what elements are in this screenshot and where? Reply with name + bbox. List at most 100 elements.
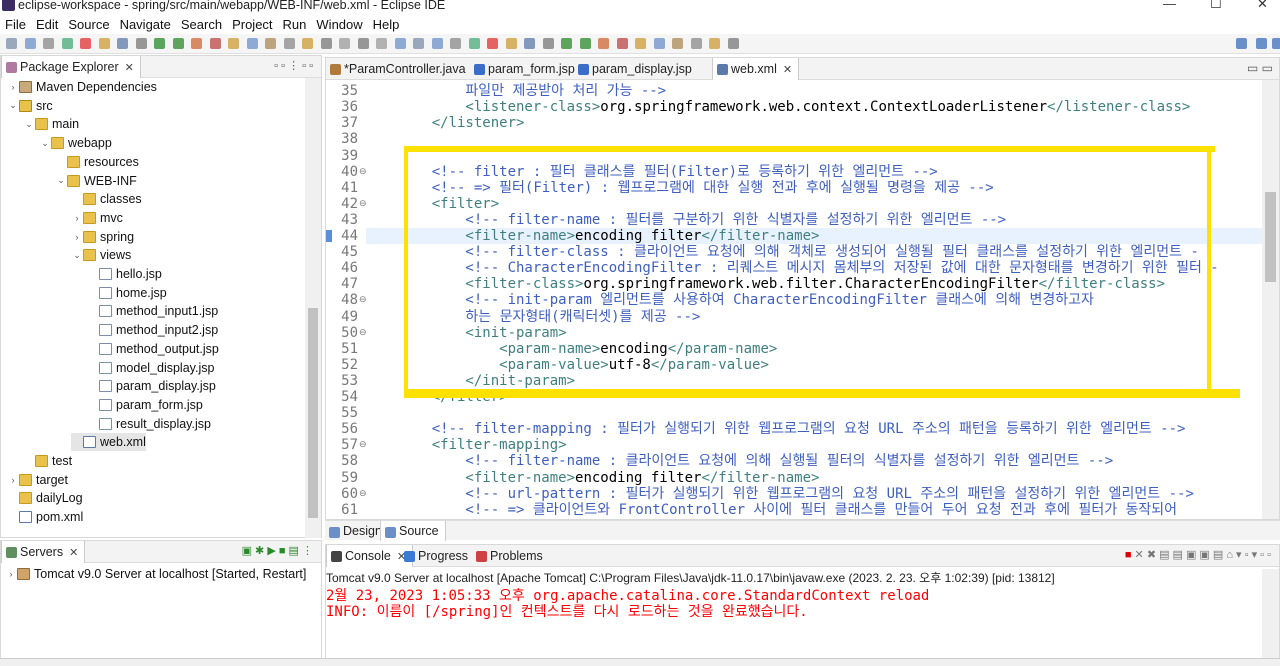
expand-arrow-icon[interactable]: ⌄ xyxy=(39,138,51,149)
tab-source[interactable]: Source xyxy=(380,521,446,541)
expand-arrow-icon[interactable]: ⌄ xyxy=(55,175,67,186)
toolbar-button-icon[interactable] xyxy=(228,38,239,49)
menu-search[interactable]: Search xyxy=(181,17,222,32)
tab-param-display-jsp[interactable]: param_display.jsp xyxy=(574,58,698,80)
expand-arrow-icon[interactable]: › xyxy=(7,82,19,92)
toolbar-button-icon[interactable] xyxy=(727,38,739,49)
expand-arrow-icon[interactable]: ⌄ xyxy=(7,100,19,111)
menu-file[interactable]: File xyxy=(5,17,26,32)
toolbar-button-icon[interactable] xyxy=(320,38,332,49)
tree-item[interactable]: pom.xml xyxy=(7,508,83,526)
minimize-maximize-icon[interactable]: ▭ ▭ xyxy=(1247,61,1273,75)
tree-item[interactable]: model_display.jsp xyxy=(87,359,214,377)
maximize-icon[interactable]: ☐ xyxy=(1210,0,1222,12)
tree-item[interactable]: param_display.jsp xyxy=(87,377,216,395)
tree-item[interactable]: web.xml xyxy=(71,433,146,452)
menu-window[interactable]: Window xyxy=(316,17,362,32)
toolbar-button-icon[interactable] xyxy=(394,38,406,49)
toolbar-button-icon[interactable] xyxy=(450,38,461,49)
toolbar-button-icon[interactable] xyxy=(43,38,54,49)
console-scrollbar[interactable] xyxy=(1262,569,1279,666)
tree-item[interactable]: param_form.jsp xyxy=(87,396,203,414)
toolbar-button-icon[interactable] xyxy=(653,38,665,49)
tab-package-explorer[interactable]: Package Explorer ✕ xyxy=(1,56,141,78)
toolbar-button-icon[interactable] xyxy=(117,38,128,49)
toolbar-button-icon[interactable] xyxy=(542,38,554,49)
tree-item[interactable]: ⌄ WEB-INF xyxy=(55,172,137,190)
expand-arrow-icon[interactable]: ⌄ xyxy=(71,250,83,261)
toolbar-button-icon[interactable] xyxy=(6,38,17,49)
close-tab-icon[interactable]: ✕ xyxy=(125,62,134,74)
close-tab-icon[interactable]: ✕ xyxy=(69,547,78,559)
menu-source[interactable]: Source xyxy=(68,17,109,32)
tree-item[interactable]: test xyxy=(23,452,72,470)
tab-param-form-jsp[interactable]: param_form.jsp xyxy=(470,58,581,80)
menu-project[interactable]: Project xyxy=(232,17,272,32)
expand-arrow-icon[interactable]: › xyxy=(71,232,83,242)
toolbar-button-icon[interactable] xyxy=(135,38,147,49)
tree-item[interactable]: › spring xyxy=(71,228,135,246)
close-icon[interactable]: ✕ xyxy=(1257,0,1268,12)
tab-problems[interactable]: Problems xyxy=(472,545,549,567)
tree-item[interactable]: resources xyxy=(55,153,139,171)
perspective-icon[interactable] xyxy=(1236,38,1247,49)
toolbar-button-icon[interactable] xyxy=(191,38,202,49)
editor-scrollbar[interactable] xyxy=(1262,80,1279,519)
server-item[interactable]: › Tomcat v9.0 Server at localhost [Start… xyxy=(5,565,307,583)
tab-design[interactable]: Design xyxy=(325,521,388,541)
menu-help[interactable]: Help xyxy=(373,17,400,32)
tab-progress[interactable]: Progress xyxy=(400,545,474,567)
tab-paramcontroller-java[interactable]: *ParamController.java xyxy=(326,58,472,80)
toolbar-button-icon[interactable] xyxy=(283,38,295,49)
tab-web-xml[interactable]: web.xml ✕ xyxy=(712,58,800,80)
toolbar-button-icon[interactable] xyxy=(579,38,591,49)
toolbar-button-icon[interactable] xyxy=(616,38,628,49)
toolbar-button-icon[interactable] xyxy=(154,38,165,49)
tree-item[interactable]: method_input2.jsp xyxy=(87,321,218,339)
tree-item[interactable]: ⌄ main xyxy=(23,115,79,133)
toolbar-button-icon[interactable] xyxy=(80,38,91,49)
tab-servers[interactable]: Servers ✕ xyxy=(1,541,86,563)
server-actions-icons[interactable]: ▣ ✱ ▶ ■ ▤ ⋮ xyxy=(242,544,313,557)
expand-icon[interactable]: › xyxy=(5,569,17,579)
toolbar-button-icon[interactable] xyxy=(172,38,184,49)
tree-item[interactable]: dailyLog xyxy=(7,489,83,507)
tree-scrollbar[interactable] xyxy=(305,78,321,538)
tree-item[interactable]: › target xyxy=(7,471,68,489)
toolbar-button-icon[interactable] xyxy=(635,38,646,49)
toolbar-button-icon[interactable] xyxy=(357,38,369,49)
toolbar-button-icon[interactable] xyxy=(468,38,480,49)
toolbar-button-icon[interactable] xyxy=(487,38,498,49)
console-toolbar-icons[interactable]: ■ ✕ ✖ ▤ ▤ ▣ ▣ ▤ ⌂ ▾ ▫ ▾ ▫ ▫ xyxy=(1125,548,1271,561)
toolbar-button-icon[interactable] xyxy=(709,38,720,49)
toolbar-button-icon[interactable] xyxy=(672,38,683,49)
toolbar-button-icon[interactable] xyxy=(561,38,572,49)
tree-item[interactable]: result_display.jsp xyxy=(87,415,211,433)
menu-navigate[interactable]: Navigate xyxy=(120,17,171,32)
toolbar-button-icon[interactable] xyxy=(431,38,443,49)
perspective-icon[interactable] xyxy=(1256,38,1267,49)
view-menu-icon[interactable]: ▫ ▫ ⋮ ▫ ▫ xyxy=(274,59,313,72)
minimize-icon[interactable]: — xyxy=(1163,0,1176,11)
toolbar-button-icon[interactable] xyxy=(505,38,517,49)
close-tab-icon[interactable]: ✕ xyxy=(783,64,792,76)
tree-item[interactable]: › mvc xyxy=(71,209,123,227)
toolbar-button-icon[interactable] xyxy=(598,38,609,49)
tree-item[interactable]: ⌄ webapp xyxy=(39,134,112,152)
tree-item[interactable]: method_output.jsp xyxy=(87,340,219,358)
tree-item[interactable]: method_input1.jsp xyxy=(87,302,218,320)
toolbar-button-icon[interactable] xyxy=(524,38,535,49)
toolbar-button-icon[interactable] xyxy=(209,38,221,49)
tree-item[interactable]: home.jsp xyxy=(87,284,167,302)
toolbar-button-icon[interactable] xyxy=(339,38,350,49)
toolbar-button-icon[interactable] xyxy=(61,38,73,49)
toolbar-button-icon[interactable] xyxy=(302,38,313,49)
tree-item[interactable]: hello.jsp xyxy=(87,265,162,283)
toolbar-button-icon[interactable] xyxy=(246,38,258,49)
toolbar-button-icon[interactable] xyxy=(24,38,36,49)
expand-arrow-icon[interactable]: › xyxy=(7,475,19,485)
toolbar-button-icon[interactable] xyxy=(265,38,276,49)
tree-item[interactable]: ⌄ src xyxy=(7,97,52,115)
expand-arrow-icon[interactable]: ⌄ xyxy=(23,119,35,130)
perspective-icon[interactable] xyxy=(1272,38,1280,49)
